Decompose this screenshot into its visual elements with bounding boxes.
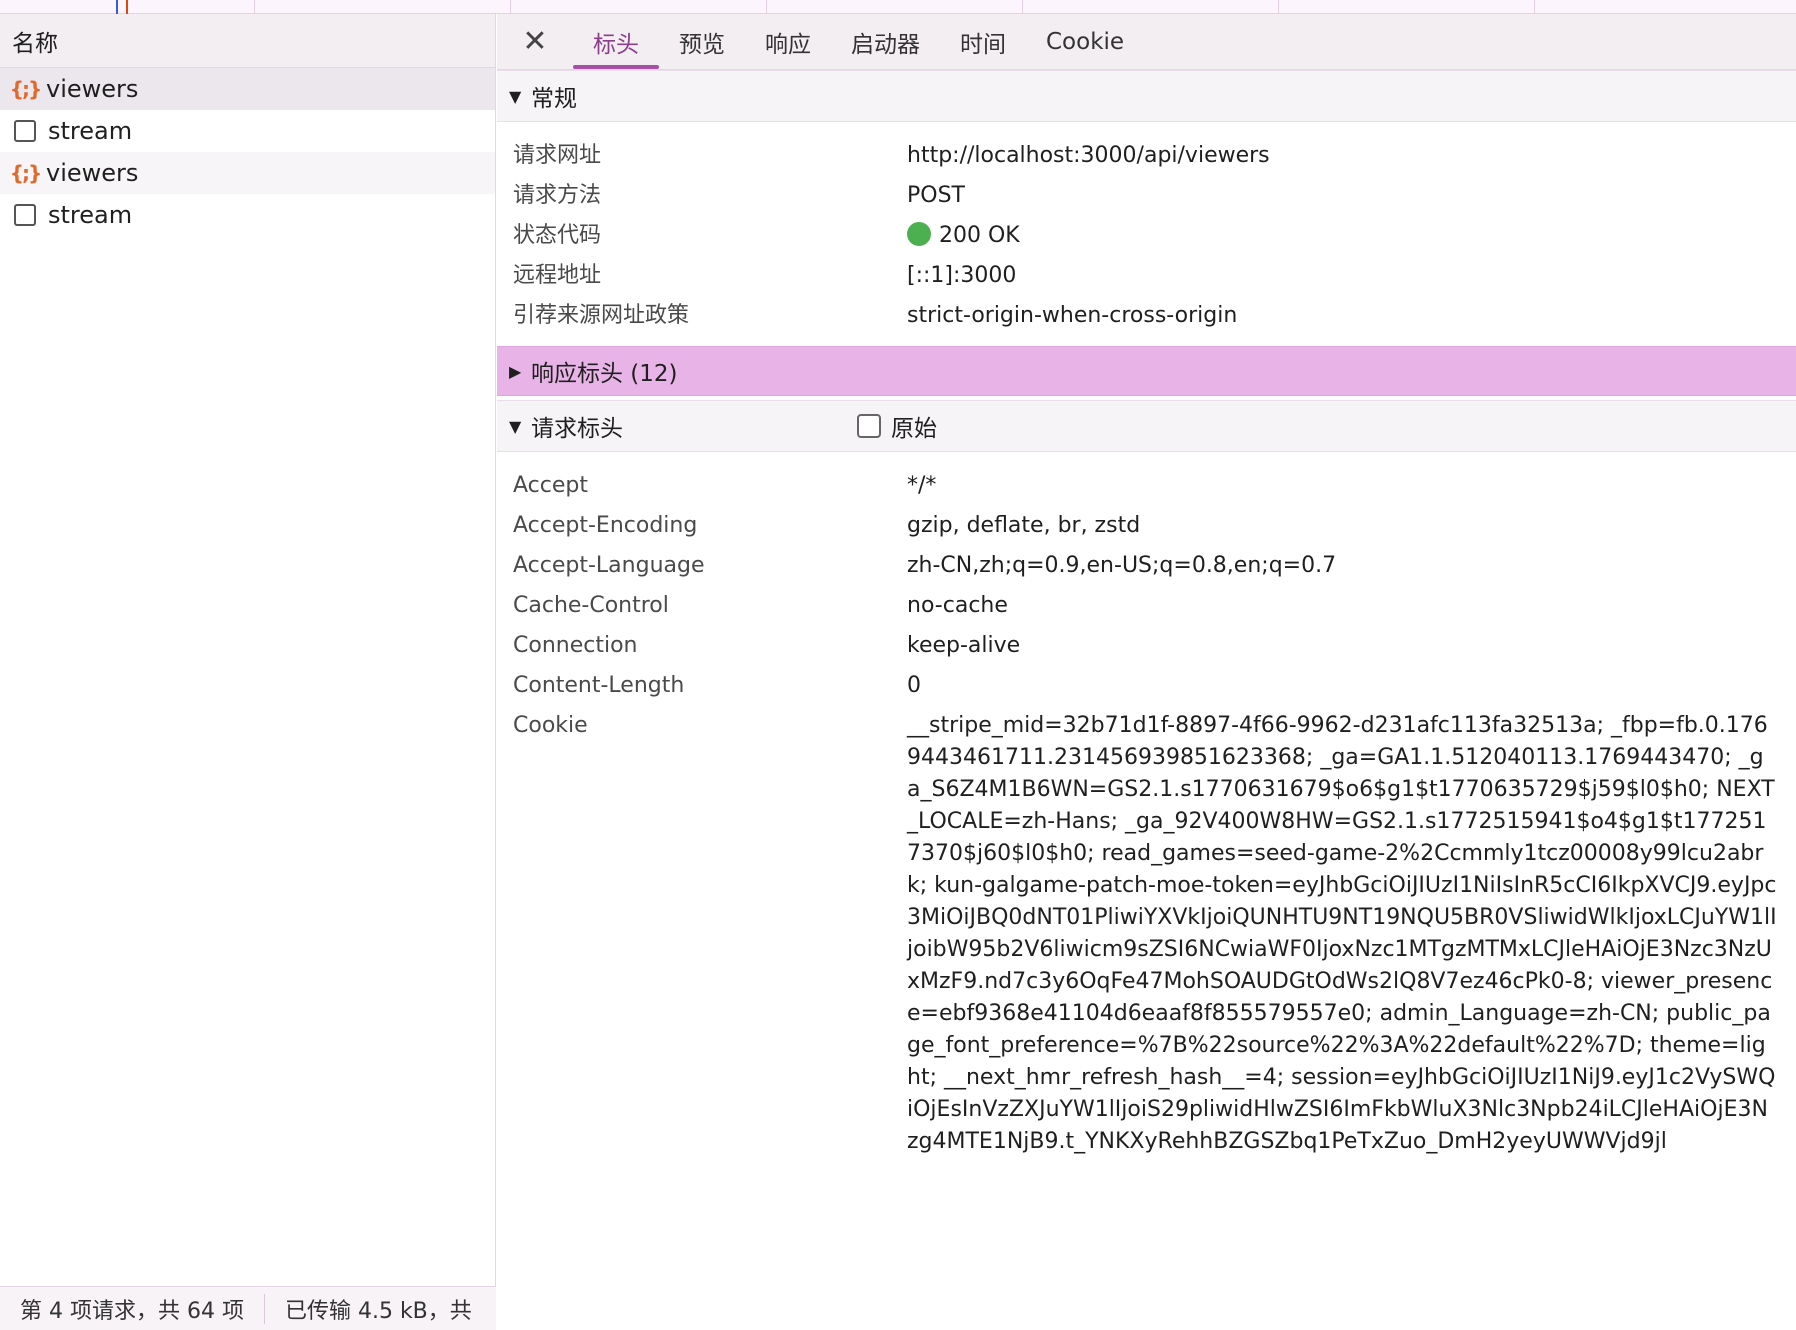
tab-timing[interactable]: 时间 [940, 14, 1026, 69]
header-key: Content-Length [513, 673, 685, 698]
close-icon[interactable]: ✕ [497, 14, 573, 69]
header-value[interactable]: zh-CN,zh;q=0.9,en-US;q=0.8,en;q=0.7 [907, 546, 1777, 586]
document-icon [14, 120, 36, 142]
triangle-right-icon: ▶ [509, 361, 522, 381]
request-headers-section-header[interactable]: ▼ 请求标头 原始 [497, 400, 1796, 452]
tab-response[interactable]: 响应 [745, 14, 831, 69]
triangle-down-icon: ▼ [509, 86, 522, 106]
request-row[interactable]: {;} viewers [0, 68, 495, 110]
header-row: 请求方法 POST [497, 176, 1796, 216]
name-column-label: 名称 [12, 30, 58, 57]
header-key: Accept-Language [513, 553, 705, 578]
header-key: Cookie [513, 713, 588, 738]
requests-count: 第 4 项请求，共 64 项 [20, 1298, 244, 1324]
header-value[interactable]: 0 [907, 666, 1777, 706]
devtools-network-panel: 名称 {;} viewers stream {;} viewers stream… [0, 0, 1796, 1330]
header-key: Connection [513, 633, 638, 658]
request-name: viewers [46, 159, 139, 187]
tab-preview[interactable]: 预览 [659, 14, 745, 69]
transferred-size: 已传输 4.5 kB，共 [284, 1298, 472, 1324]
general-list: 请求网址 http://localhost:3000/api/viewers 请… [497, 122, 1796, 346]
cookie-value[interactable]: __stripe_mid=32b71d1f-8897-4f66-9962-d23… [907, 706, 1777, 1158]
header-row: Accept-Language zh-CN,zh;q=0.9,en-US;q=0… [497, 546, 1796, 586]
header-key: 状态代码 [513, 223, 602, 248]
header-key: 引荐来源网址政策 [513, 303, 690, 328]
raw-toggle[interactable]: 原始 [857, 409, 937, 443]
header-value[interactable]: strict-origin-when-cross-origin [907, 296, 1777, 336]
header-key: Accept-Encoding [513, 513, 698, 538]
tab-cookies[interactable]: Cookie [1026, 14, 1144, 69]
triangle-down-icon: ▼ [509, 416, 522, 436]
timeline-load-marker [126, 0, 128, 14]
header-value[interactable]: no-cache [907, 586, 1777, 626]
header-value[interactable]: keep-alive [907, 626, 1777, 666]
header-value[interactable]: POST [907, 176, 1777, 216]
general-section-header[interactable]: ▼ 常规 [497, 70, 1796, 122]
header-value[interactable]: gzip, deflate, br, zstd [907, 506, 1777, 546]
section-title: 响应标头 (12) [531, 361, 678, 387]
request-name: stream [48, 117, 133, 145]
request-row[interactable]: {;} viewers [0, 152, 495, 194]
header-key: 远程地址 [513, 263, 602, 288]
header-row: Content-Length 0 [497, 666, 1796, 706]
header-row: Accept-Encoding gzip, deflate, br, zstd [497, 506, 1796, 546]
header-row: Connection keep-alive [497, 626, 1796, 666]
header-row: 状态代码 200 OK [497, 216, 1796, 256]
header-value[interactable]: [::1]:3000 [907, 256, 1777, 296]
header-row: Accept */* [497, 466, 1796, 506]
header-value[interactable]: */* [907, 466, 1777, 506]
network-status-bar: 第 4 项请求，共 64 项 已传输 4.5 kB，共 [0, 1286, 496, 1330]
request-name: stream [48, 201, 133, 229]
request-row[interactable]: stream [0, 110, 495, 152]
name-column-header[interactable]: 名称 [0, 14, 495, 68]
header-key: 请求方法 [513, 183, 602, 208]
response-headers-section-header[interactable]: ▶ 响应标头 (12) [497, 346, 1796, 396]
tab-initiator[interactable]: 启动器 [831, 14, 940, 69]
network-timeline[interactable] [0, 0, 1796, 14]
header-key: 请求网址 [513, 143, 602, 168]
header-row: 远程地址 [::1]:3000 [497, 256, 1796, 296]
header-value[interactable]: http://localhost:3000/api/viewers [907, 136, 1777, 176]
section-title: 请求标头 [531, 416, 623, 442]
header-row: 引荐来源网址政策 strict-origin-when-cross-origin [497, 296, 1796, 336]
header-row: Cache-Control no-cache [497, 586, 1796, 626]
tab-headers[interactable]: 标头 [573, 14, 659, 69]
request-name: viewers [46, 75, 139, 103]
timeline-dom-marker [116, 0, 118, 14]
header-row: 请求网址 http://localhost:3000/api/viewers [497, 136, 1796, 176]
status-code-value[interactable]: 200 OK [907, 216, 1777, 256]
fetch-icon: {;} [9, 77, 42, 101]
header-row: Cookie __stripe_mid=32b71d1f-8897-4f66-9… [497, 706, 1796, 1158]
request-headers-list: Accept */* Accept-Encoding gzip, deflate… [497, 452, 1796, 1168]
raw-checkbox[interactable] [857, 414, 881, 438]
document-icon [14, 204, 36, 226]
fetch-icon: {;} [9, 161, 42, 185]
request-details-panel: ✕ 标头 预览 响应 启动器 时间 Cookie ▼ 常规 请求网址 http:… [497, 14, 1796, 1330]
header-key: Accept [513, 473, 588, 498]
status-ok-icon [907, 222, 931, 246]
details-tabbar: ✕ 标头 预览 响应 启动器 时间 Cookie [497, 14, 1796, 70]
request-list-panel: 名称 {;} viewers stream {;} viewers stream… [0, 14, 496, 1330]
request-row[interactable]: stream [0, 194, 495, 236]
section-title: 常规 [531, 86, 577, 112]
raw-label: 原始 [891, 416, 937, 442]
header-key: Cache-Control [513, 593, 669, 618]
